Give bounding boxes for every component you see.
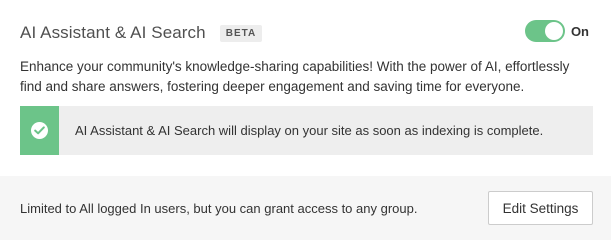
checkmark-icon	[34, 126, 45, 135]
enable-toggle[interactable]	[524, 20, 565, 42]
edit-settings-button[interactable]: Edit Settings	[488, 191, 593, 225]
ai-assistant-settings-card: AI Assistant & AI Search BETA On Enhance…	[0, 0, 611, 240]
settings-header-section: AI Assistant & AI Search BETA On Enhance…	[0, 0, 611, 176]
toggle-knob	[544, 22, 563, 40]
settings-footer: Limited to All logged In users, but you …	[0, 176, 611, 240]
toggle-state-label: On	[570, 23, 589, 39]
check-circle-icon	[31, 122, 48, 139]
access-description: Limited to All logged In users, but you …	[20, 201, 418, 216]
title-row: AI Assistant & AI Search BETA On	[20, 19, 591, 47]
notice-icon-block	[20, 106, 59, 155]
notice-text: AI Assistant & AI Search will display on…	[75, 123, 544, 138]
feature-title: AI Assistant & AI Search	[20, 23, 206, 42]
indexing-notice: AI Assistant & AI Search will display on…	[20, 106, 593, 155]
beta-badge: BETA	[219, 24, 263, 42]
enable-toggle-group: On	[524, 20, 589, 42]
feature-description: Enhance your community's knowledge-shari…	[20, 59, 570, 94]
